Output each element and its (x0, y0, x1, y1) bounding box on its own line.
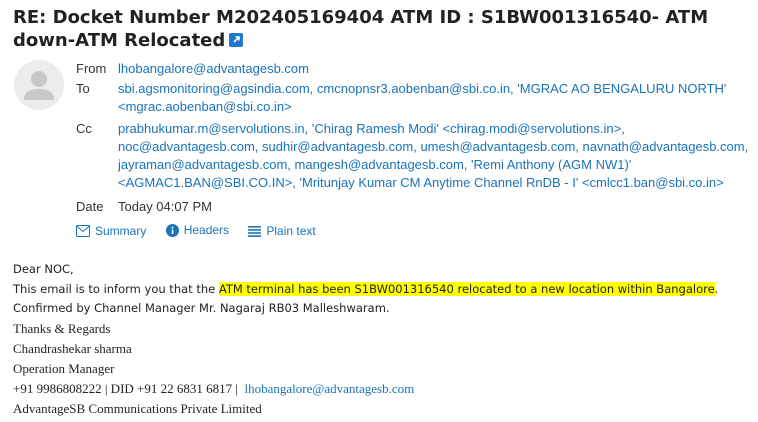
to-row: To sbi.agsmonitoring@agsindia.com, cmcno… (76, 80, 751, 116)
body-line-2: Confirmed by Channel Manager Mr. Nagaraj… (13, 301, 390, 315)
external-link-icon[interactable] (229, 33, 244, 47)
signature-contact: +91 9986808222 | DID +91 22 6831 6817 | … (13, 379, 718, 399)
from-row: From lhobangalore@advantagesb.com (76, 60, 751, 78)
summary-label: Summary (95, 223, 147, 238)
greeting: Dear NOC, (13, 262, 74, 276)
signature-name: Chandrashekar sharma (13, 340, 132, 356)
date-label: Date (76, 199, 104, 214)
date-value: Today 04:07 PM (118, 199, 212, 214)
body-line-1-prefix: This email is to inform you that the (13, 281, 219, 296)
signature-phone: +91 9986808222 | DID +91 22 6831 6817 | (13, 380, 238, 396)
signature-thanks: Thanks & Regards (13, 320, 111, 336)
headers-label: Headers (183, 223, 230, 237)
info-icon (165, 223, 179, 237)
lines-icon (248, 225, 262, 237)
signature-title: Operation Manager (13, 360, 115, 376)
signature-email-link[interactable]: lhobangalore@advantagesb.com (244, 381, 414, 396)
from-label: From (76, 61, 107, 76)
plain-text-button[interactable]: Plain text (248, 224, 316, 238)
cc-addresses[interactable]: prabhukumar.m@servolutions.in, 'Chirag R… (118, 120, 751, 192)
from-address[interactable]: lhobangalore@advantagesb.com (118, 60, 751, 78)
date-row: Date Today 04:07 PM (76, 198, 751, 216)
to-label: To (76, 81, 90, 96)
subject-text: RE: Docket Number M202405169404 ATM ID :… (13, 7, 709, 51)
message-view-actions: Summary Headers Plain text (76, 223, 332, 240)
message-body: Dear NOC, This email is to inform you th… (13, 260, 718, 419)
signature-company: AdvantageSB Communications Private Limit… (13, 400, 262, 416)
cc-label: Cc (76, 121, 92, 136)
plain-text-label: Plain text (266, 224, 316, 238)
summary-button[interactable]: Summary (76, 224, 146, 238)
user-silhouette-icon (24, 71, 54, 100)
cc-row: Cc prabhukumar.m@servolutions.in, 'Chira… (76, 120, 751, 192)
headers-button[interactable]: Headers (165, 223, 230, 237)
sender-avatar (14, 60, 64, 110)
envelope-icon (76, 224, 90, 237)
email-subject: RE: Docket Number M202405169404 ATM ID :… (13, 6, 748, 52)
body-line-1-suffix: . (714, 281, 719, 296)
signature: Thanks & Regards Chandrashekar sharma Op… (13, 319, 718, 419)
body-line-1: This email is to inform you that the ATM… (13, 280, 718, 300)
to-addresses[interactable]: sbi.agsmonitoring@agsindia.com, cmcnopns… (118, 80, 751, 116)
highlighted-text: ATM terminal has been S1BW001316540 relo… (218, 281, 715, 296)
